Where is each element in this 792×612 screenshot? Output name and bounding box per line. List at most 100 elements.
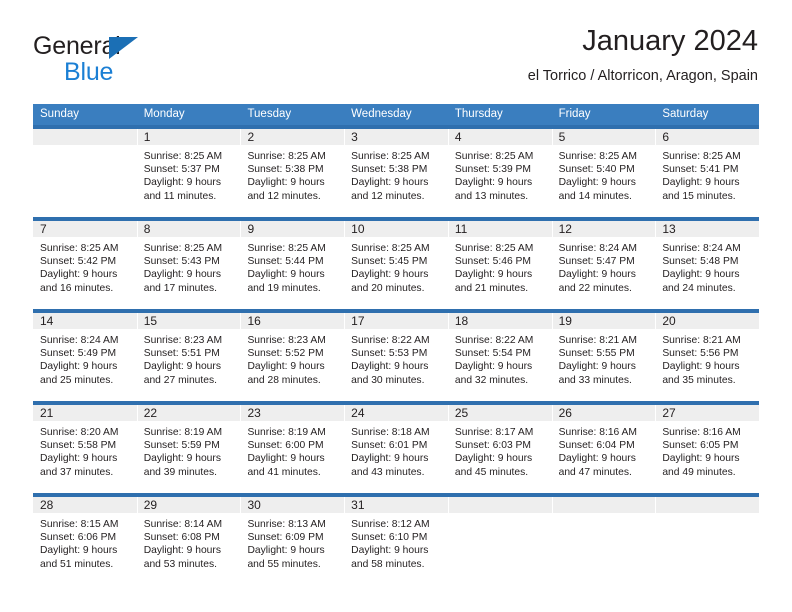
daylight-text-line1: Daylight: 9 hours [143,545,221,557]
daylight-text-line2: and 37 minutes. [40,466,114,478]
day-number-band: 16 [240,313,345,330]
day-number: 30 [247,498,261,512]
daylight-text-line2: and 45 minutes. [454,466,529,478]
day-number: 31 [351,498,365,512]
cell-separator [136,221,138,309]
logo-text-general: General [33,32,121,60]
day-cell[interactable]: 17 Sunrise: 8:22 AM Sunset: 5:53 PM Dayligh… [344,313,448,401]
day-number-band [655,497,760,514]
day-cell[interactable]: 8 Sunrise: 8:25 AM Sunset: 5:43 PM Daylight… [136,221,241,309]
daylight-text-line2: and 53 minutes. [143,558,217,570]
day-number: 15 [143,314,158,328]
day-number: 10 [351,222,365,236]
sunrise-text: Sunrise: 8:22 AM [351,335,430,346]
sunrise-text: Sunrise: 8:24 AM [558,243,638,254]
day-cell[interactable]: 12 Sunrise: 8:24 AM Sunset: 5:47 PM Dayligh… [551,221,656,309]
sunrise-text: Sunrise: 8:25 AM [454,151,534,162]
day-cell[interactable]: 2 Sunrise: 8:25 AM Sunset: 5:38 PM Daylight… [240,129,345,217]
day-cell[interactable]: 13 Sunrise: 8:24 AM Sunset: 5:48 PM Dayligh… [655,221,760,309]
daylight-text-line1: Daylight: 9 hours [247,453,325,465]
day-number: 2 [247,130,255,144]
day-details: Sunrise: 8:23 AM Sunset: 5:51 PM Daylight:… [137,330,241,387]
daylight-text-line1: Daylight: 9 hours [662,269,740,281]
sunrise-text: Sunrise: 8:19 AM [143,427,223,438]
cell-separator [344,221,346,309]
day-cell[interactable]: 21 Sunrise: 8:20 AM Sunset: 5:58 PM Dayligh… [33,405,137,493]
calendar-week-row: 21 Sunrise: 8:20 AM Sunset: 5:58 PM Dayligh… [33,403,760,493]
sunrise-text: Sunrise: 8:25 AM [40,243,119,254]
day-number: 1 [143,130,151,144]
day-cell[interactable]: 24 Sunrise: 8:18 AM Sunset: 6:01 PM Dayligh… [344,405,448,493]
sunrise-text: Sunrise: 8:23 AM [247,335,326,346]
sunset-text: Sunset: 6:05 PM [662,440,739,452]
daylight-text-line2: and 25 minutes. [40,374,114,386]
day-cell-empty [447,497,552,585]
calendar-week-row: 14 Sunrise: 8:24 AM Sunset: 5:49 PM Dayligh… [33,311,760,401]
day-cell[interactable]: 16 Sunrise: 8:23 AM Sunset: 5:52 PM Dayligh… [240,313,345,401]
day-cell[interactable]: 27 Sunrise: 8:16 AM Sunset: 6:05 PM Dayligh… [655,405,760,493]
day-cell[interactable]: 4 Sunrise: 8:25 AM Sunset: 5:39 PM Daylight… [447,129,552,217]
day-cell[interactable]: 18 Sunrise: 8:22 AM Sunset: 5:54 PM Dayligh… [447,313,552,401]
day-cell[interactable]: 28 Sunrise: 8:15 AM Sunset: 6:06 PM Dayligh… [33,497,137,585]
day-number: 6 [662,130,669,144]
sunrise-text: Sunrise: 8:12 AM [351,519,430,530]
weekday-header-wednesday: Wednesday [351,108,412,120]
day-cell[interactable]: 26 Sunrise: 8:16 AM Sunset: 6:04 PM Dayligh… [551,405,656,493]
day-number: 18 [454,314,469,328]
cell-separator [655,405,657,493]
day-cell[interactable]: 31 Sunrise: 8:12 AM Sunset: 6:10 PM Dayligh… [344,497,448,585]
sunrise-text: Sunrise: 8:25 AM [558,151,638,162]
daylight-text-line2: and 28 minutes. [247,374,321,386]
day-details: Sunrise: 8:14 AM Sunset: 6:08 PM Daylight:… [137,514,241,571]
general-blue-logo: General Blue [33,32,223,90]
day-cell[interactable]: 20 Sunrise: 8:21 AM Sunset: 5:56 PM Dayligh… [655,313,760,401]
day-cell[interactable]: 14 Sunrise: 8:24 AM Sunset: 5:49 PM Dayligh… [33,313,137,401]
day-number-band: 18 [447,313,552,330]
cell-separator [447,129,449,217]
day-details: Sunrise: 8:16 AM Sunset: 6:05 PM Daylight:… [655,422,759,479]
day-number: 24 [351,406,365,420]
daylight-text-line1: Daylight: 9 hours [247,177,325,189]
cell-separator [551,129,553,217]
cell-separator [136,129,138,217]
daylight-text-line2: and 55 minutes. [247,558,321,570]
day-cell[interactable]: 30 Sunrise: 8:13 AM Sunset: 6:09 PM Dayligh… [240,497,345,585]
daylight-text-line1: Daylight: 9 hours [143,361,221,373]
day-cell[interactable]: 25 Sunrise: 8:17 AM Sunset: 6:03 PM Dayligh… [447,405,552,493]
sunrise-text: Sunrise: 8:25 AM [662,151,741,162]
daylight-text-line1: Daylight: 9 hours [247,269,325,281]
day-number-band: 12 [551,221,656,238]
sunrise-text: Sunrise: 8:21 AM [662,335,741,346]
day-number-band: 6 [655,129,760,146]
day-number: 16 [247,314,261,328]
day-cell[interactable]: 7 Sunrise: 8:25 AM Sunset: 5:42 PM Daylight… [33,221,137,309]
day-cell[interactable]: 15 Sunrise: 8:23 AM Sunset: 5:51 PM Dayligh… [136,313,241,401]
daylight-text-line2: and 21 minutes. [454,282,529,294]
day-cell[interactable]: 22 Sunrise: 8:19 AM Sunset: 5:59 PM Dayligh… [136,405,241,493]
daylight-text-line1: Daylight: 9 hours [351,545,429,557]
cell-separator [240,497,242,585]
day-details: Sunrise: 8:12 AM Sunset: 6:10 PM Daylight:… [344,514,448,571]
day-number-band: 5 [551,129,656,146]
day-number-band: 19 [551,313,656,330]
day-cell[interactable]: 1 Sunrise: 8:25 AM Sunset: 5:37 PM Daylight… [136,129,241,217]
sunrise-text: Sunrise: 8:16 AM [558,427,638,438]
daylight-text-line2: and 14 minutes. [558,190,632,202]
daylight-text-line2: and 11 minutes. [143,190,217,202]
daylight-text-line1: Daylight: 9 hours [351,269,429,281]
day-cell[interactable]: 5 Sunrise: 8:25 AM Sunset: 5:40 PM Daylight… [551,129,656,217]
day-cell[interactable]: 6 Sunrise: 8:25 AM Sunset: 5:41 PM Daylight… [655,129,760,217]
day-cell[interactable]: 3 Sunrise: 8:25 AM Sunset: 5:38 PM Daylight… [344,129,448,217]
daylight-text-line1: Daylight: 9 hours [662,177,740,189]
day-cell[interactable]: 19 Sunrise: 8:21 AM Sunset: 5:55 PM Dayligh… [551,313,656,401]
day-cell[interactable]: 29 Sunrise: 8:14 AM Sunset: 6:08 PM Dayligh… [136,497,241,585]
day-cell[interactable]: 9 Sunrise: 8:25 AM Sunset: 5:44 PM Daylight… [240,221,345,309]
day-cell[interactable]: 11 Sunrise: 8:25 AM Sunset: 5:46 PM Dayligh… [447,221,552,309]
day-number: 27 [662,406,676,420]
day-cell[interactable]: 10 Sunrise: 8:25 AM Sunset: 5:45 PM Dayligh… [344,221,448,309]
sunset-text: Sunset: 5:45 PM [351,256,428,268]
day-cell[interactable]: 23 Sunrise: 8:19 AM Sunset: 6:00 PM Dayligh… [240,405,345,493]
sunrise-text: Sunrise: 8:25 AM [247,243,326,254]
sunset-text: Sunset: 5:55 PM [558,348,635,360]
weekday-header-thursday: Thursday [454,108,503,120]
